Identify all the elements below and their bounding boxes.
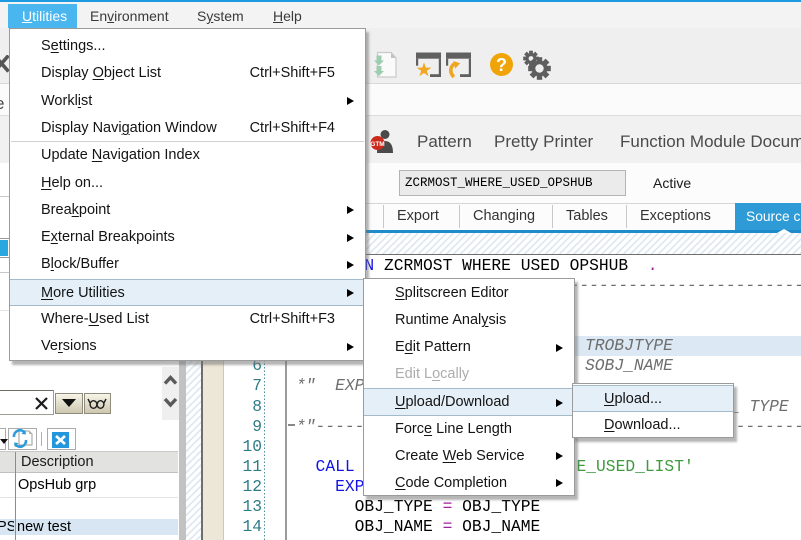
svg-text:GTM: GTM <box>370 141 384 148</box>
svg-text:?: ? <box>496 55 507 75</box>
